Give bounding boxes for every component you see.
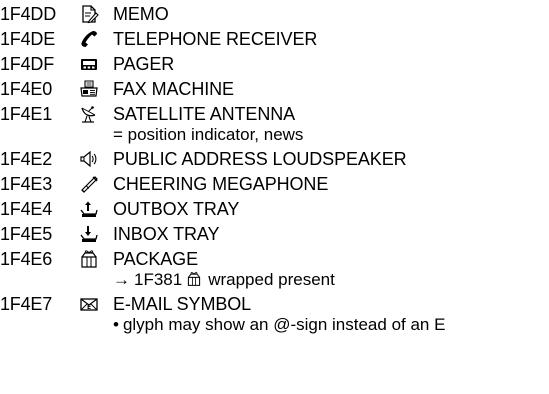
character-name: FAX MACHINE [113,79,234,99]
wrapped-present-icon [186,271,204,287]
megaphone-icon [79,174,101,194]
loudspeaker-icon [79,149,101,169]
code-point: 1F4E1 [0,104,53,124]
cross-reference-arrow: → [113,270,130,289]
outbox-tray-icon [79,199,101,219]
entry-satellite-antenna: 1F4E1 SATELLITE ANTENNA = position indic… [0,103,549,148]
entry-pager: 1F4DF PAGER [0,53,549,78]
code-point: 1F4E6 [0,249,53,269]
code-point: 1F4E0 [0,79,53,99]
memo-icon [79,4,101,24]
entry-package: 1F4E6 PACKAGE → 1F381 wrapped present [0,248,549,293]
character-name: CHEERING MEGAPHONE [113,174,329,194]
package-icon [79,249,101,269]
entry-email-symbol: 1F4E7 E E-MAIL SYMBOL • glyph may show an… [0,293,549,338]
code-point: 1F4DF [0,54,55,74]
entry-inbox-tray: 1F4E5 INBOX TRAY [0,223,549,248]
cross-reference: → 1F381 wrapped present [113,270,335,290]
code-point: 1F4E4 [0,199,53,219]
email-symbol-icon: E [79,294,101,314]
inbox-tray-icon [79,224,101,244]
telephone-receiver-icon [79,29,101,49]
cross-reference-name: wrapped present [208,270,335,289]
entry-public-address-loudspeaker: 1F4E2 PUBLIC ADDRESS LOUDSPEAKER [0,148,549,173]
fax-machine-icon [79,79,101,99]
character-name: MEMO [113,4,169,24]
entry-fax-machine: 1F4E0 FAX MACHINE [0,78,549,103]
code-point: 1F4E2 [0,149,53,169]
satellite-antenna-icon [79,104,101,124]
character-name: E-MAIL SYMBOL [113,294,252,314]
informative-note: • glyph may show an @-sign instead of an … [113,315,445,335]
note-text: glyph may show an @-sign instead of an E [122,315,446,334]
character-name: TELEPHONE RECEIVER [113,29,318,49]
character-name: PUBLIC ADDRESS LOUDSPEAKER [113,149,407,169]
pager-icon [79,54,101,74]
entry-outbox-tray: 1F4E4 OUTBOX TRAY [0,198,549,223]
character-name: SATELLITE ANTENNA [113,104,296,124]
entry-telephone-receiver: 1F4DE TELEPHONE RECEIVER [0,28,549,53]
code-point: 1F4DE [0,29,56,49]
note-bullet: • [113,315,119,334]
alias-note: = position indicator, news [113,125,304,144]
code-point: 1F4E3 [0,174,53,194]
character-name: INBOX TRAY [113,224,220,244]
character-name: PACKAGE [113,249,198,269]
character-name: PAGER [113,54,175,74]
entry-memo: 1F4DD MEMO [0,3,549,28]
code-point: 1F4DD [0,4,57,24]
character-name: OUTBOX TRAY [113,199,240,219]
code-point: 1F4E7 [0,294,53,314]
svg-text:E: E [87,304,91,311]
cross-reference-code: 1F381 [134,270,183,289]
code-point: 1F4E5 [0,224,53,244]
entry-cheering-megaphone: 1F4E3 CHEERING MEGAPHONE [0,173,549,198]
code-chart-page: 1F4DD MEMO 1F4DE TELEPHONE RECEIVER 1F4D… [0,0,549,394]
